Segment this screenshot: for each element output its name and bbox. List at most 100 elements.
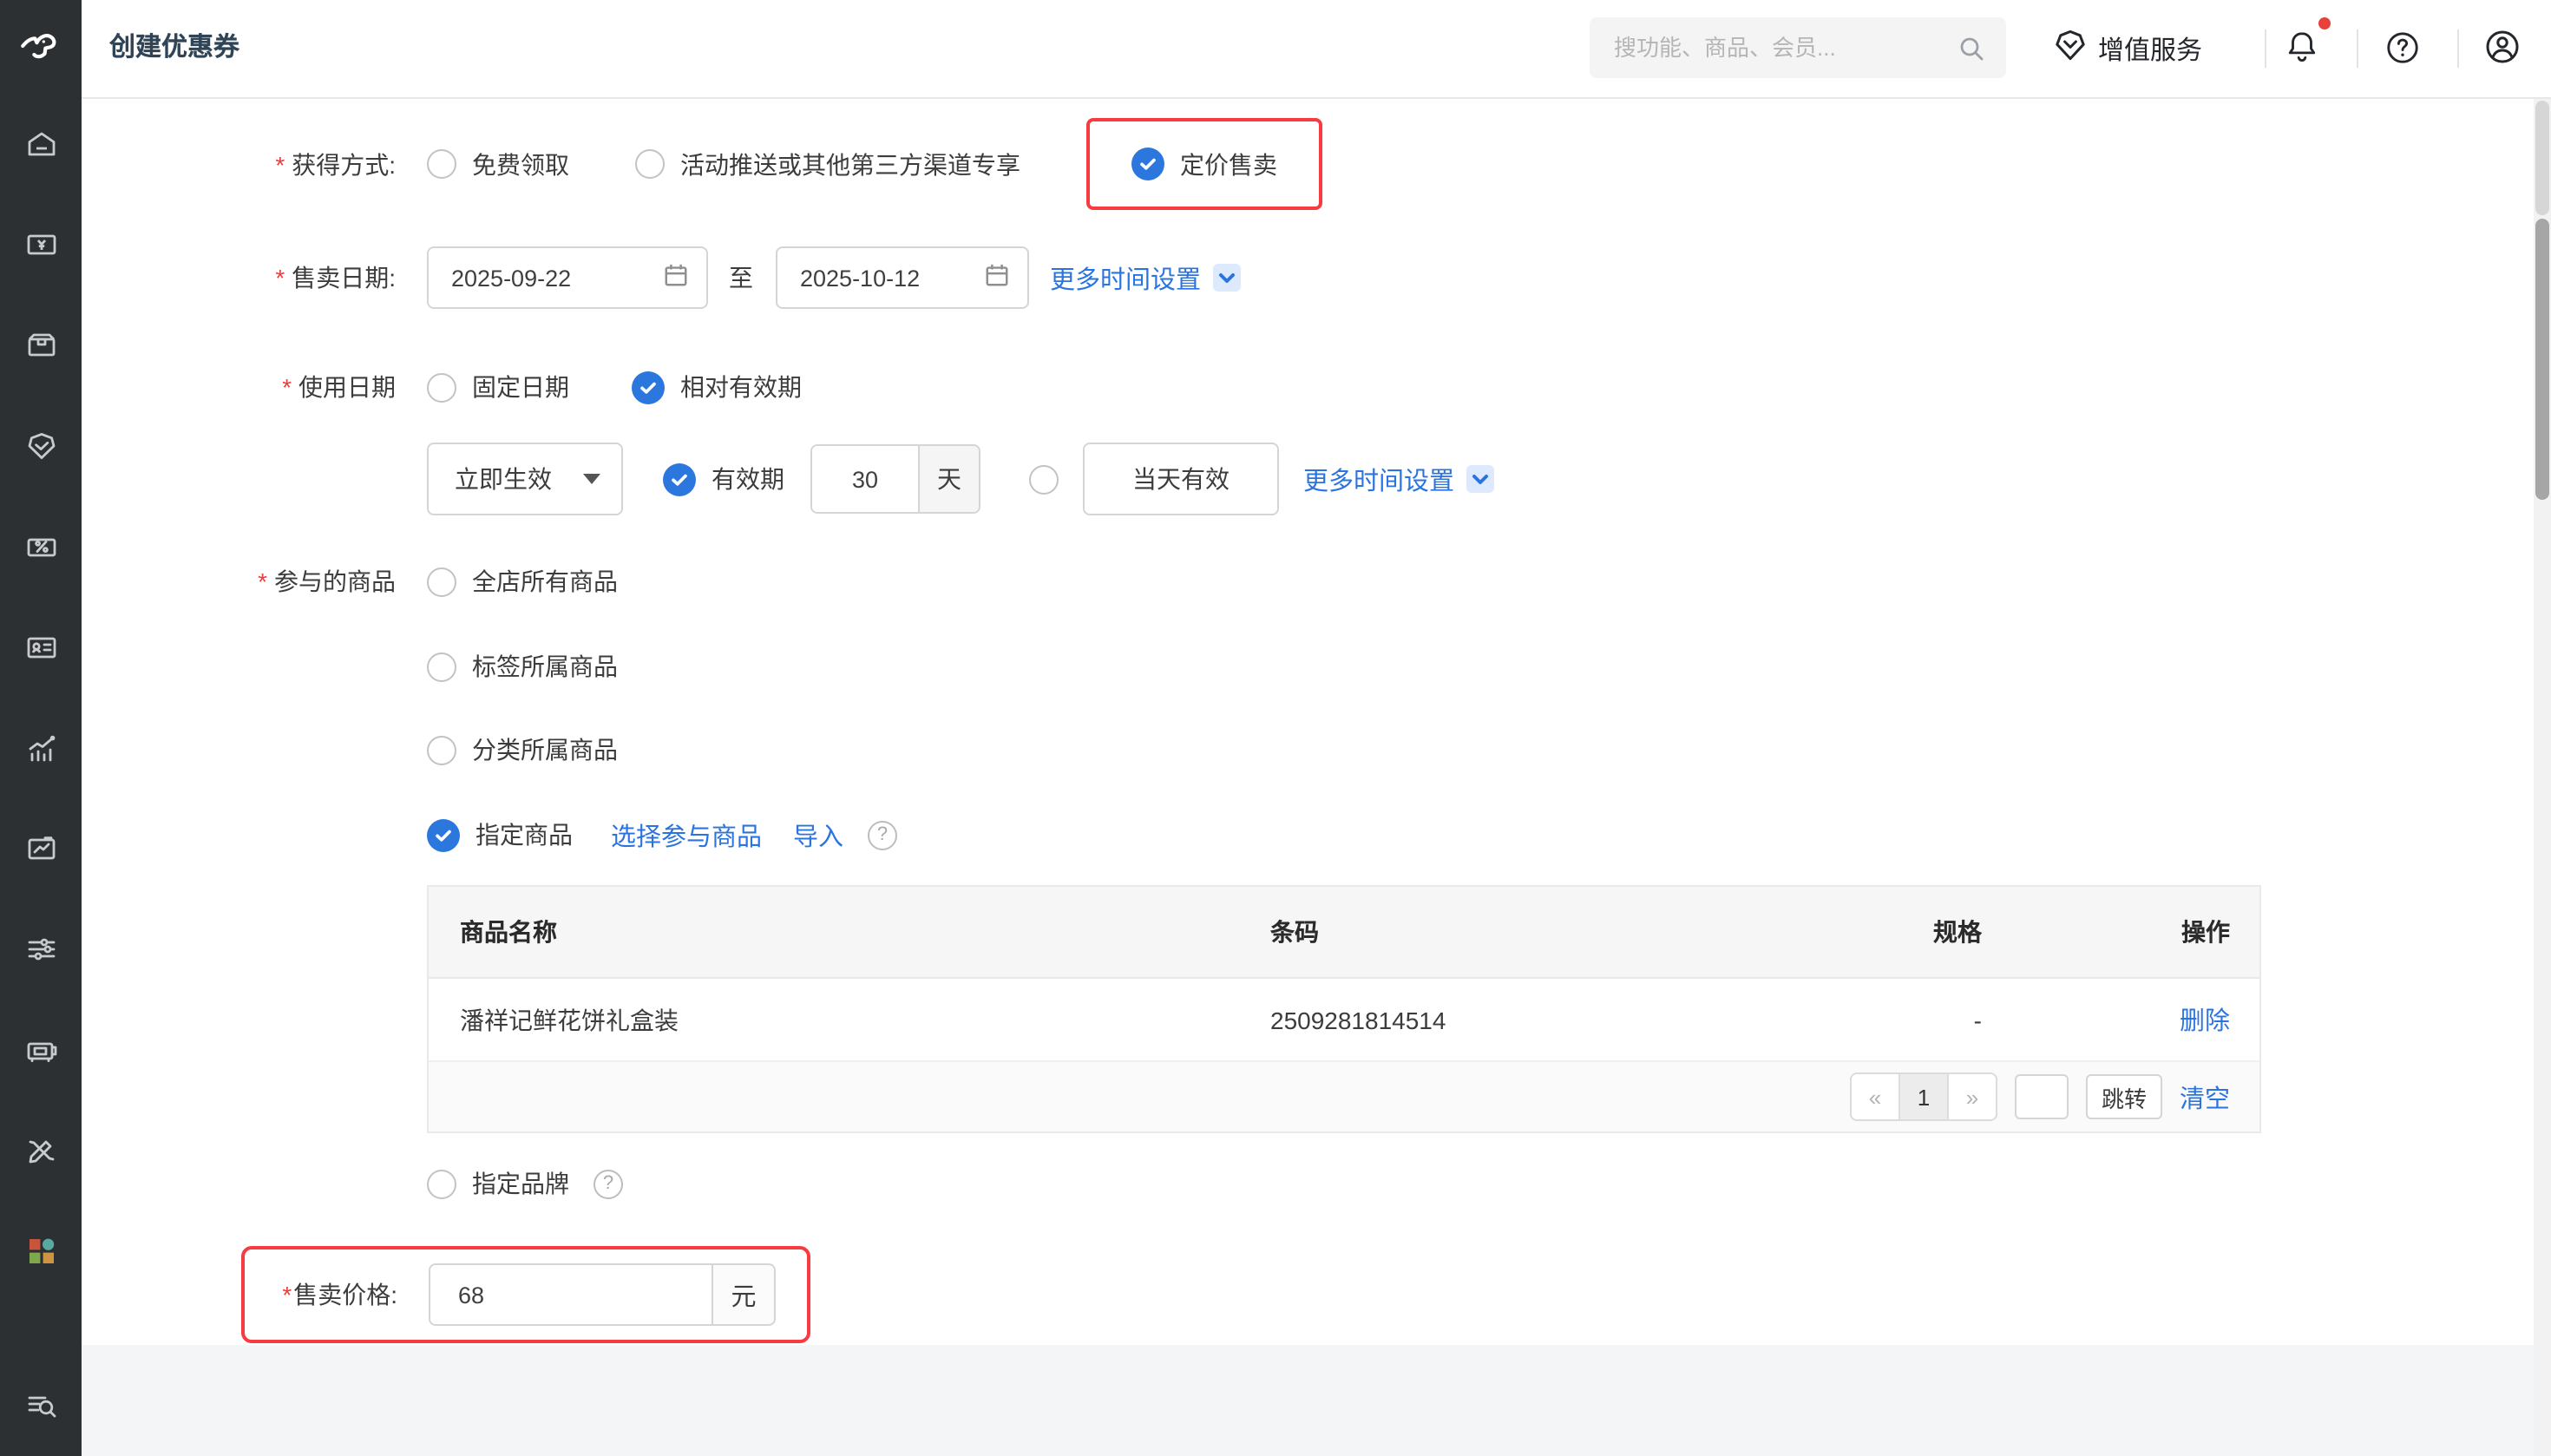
- sale-price-input[interactable]: [429, 1263, 712, 1326]
- page-bottom-background: [82, 1345, 2551, 1456]
- brand-logo-icon: [17, 23, 64, 69]
- products-table: 商品名称 条码 规格 操作 潘祥记鲜花饼礼盒装 2509281814514 - …: [427, 885, 2261, 1133]
- help-circle-icon[interactable]: ?: [868, 820, 897, 849]
- sidebar-item-member-card[interactable]: [0, 600, 82, 701]
- sidebar-item-finance[interactable]: [0, 198, 82, 298]
- header-divider: [2357, 30, 2358, 68]
- home-icon: [23, 126, 58, 169]
- required-asterisk: *: [275, 264, 285, 292]
- package-icon: [23, 327, 58, 371]
- chevron-down-icon[interactable]: [1466, 465, 1494, 493]
- cell-product-name: 潘祥记鲜花饼礼盒装: [429, 1002, 1270, 1037]
- sale-end-date-input[interactable]: [800, 265, 984, 291]
- radio-circle[interactable]: [427, 735, 456, 764]
- apps-grid-icon: [23, 1233, 58, 1276]
- highlight-box-acquire: 定价售卖: [1086, 118, 1322, 210]
- sale-price-group: 元: [429, 1263, 776, 1326]
- sidebar: [0, 0, 82, 1456]
- page-jump-button[interactable]: 跳转: [2086, 1074, 2162, 1119]
- col-header-name: 商品名称: [429, 915, 1270, 949]
- sidebar-item-home[interactable]: [0, 97, 82, 198]
- sidebar-item-search[interactable]: [0, 1376, 82, 1442]
- sale-date-row: *售卖日期: 至 更多时间设置: [0, 246, 2551, 309]
- radio-circle[interactable]: [427, 149, 456, 179]
- scrollbar-thumb-inner[interactable]: [2535, 219, 2549, 500]
- calendar-icon[interactable]: [663, 262, 689, 293]
- radio-circle[interactable]: [635, 149, 665, 179]
- radio-category-products[interactable]: 分类所属商品: [427, 732, 618, 767]
- col-header-spec: 规格: [1791, 915, 1982, 949]
- radio-checked-icon[interactable]: [427, 818, 460, 851]
- header-divider: [2265, 30, 2266, 68]
- prev-page-button[interactable]: «: [1852, 1074, 1898, 1119]
- radio-specified-brand[interactable]: 指定品牌: [427, 1166, 569, 1201]
- tag-products-row: 标签所属商品: [0, 647, 2551, 685]
- delete-link[interactable]: 删除: [2180, 1008, 2230, 1036]
- select-products-link[interactable]: 选择参与商品: [611, 817, 762, 853]
- pagination: « 1 »: [1850, 1072, 1997, 1121]
- radio-all-products[interactable]: 全店所有商品: [427, 564, 618, 599]
- same-day-valid-box[interactable]: 当天有效: [1083, 443, 1279, 515]
- caret-down-icon: [583, 474, 600, 484]
- sale-start-date-input[interactable]: [451, 265, 663, 291]
- sidebar-item-pos[interactable]: [0, 1003, 82, 1104]
- sale-start-date-picker[interactable]: [427, 246, 708, 309]
- sidebar-item-apps[interactable]: [0, 1204, 82, 1305]
- scrollbar-thumb-outer[interactable]: [2535, 101, 2549, 215]
- sidebar-item-membership[interactable]: [0, 399, 82, 500]
- radio-fixed-price-sale[interactable]: 定价售卖: [1131, 147, 1277, 181]
- search-input[interactable]: [1590, 35, 1937, 61]
- radio-checked-icon[interactable]: [663, 462, 696, 495]
- radio-same-day-valid[interactable]: [1029, 464, 1059, 494]
- radio-fixed-date[interactable]: 固定日期: [427, 370, 569, 404]
- radio-activity-push[interactable]: 活动推送或其他第三方渠道专享: [635, 147, 1020, 181]
- radio-relative-validity[interactable]: 相对有效期: [632, 370, 802, 404]
- radio-free-claim[interactable]: 免费领取: [427, 147, 569, 181]
- calendar-icon[interactable]: [984, 262, 1010, 293]
- radio-circle[interactable]: [427, 652, 456, 681]
- radio-checked-icon[interactable]: [1131, 148, 1164, 180]
- notifications-button[interactable]: [2284, 28, 2320, 75]
- radio-specified-products[interactable]: 指定商品: [427, 817, 573, 852]
- effective-time-dropdown[interactable]: 立即生效: [427, 443, 623, 515]
- crossed-tools-icon: [23, 1132, 58, 1176]
- chevron-down-icon[interactable]: [1213, 264, 1241, 292]
- page-title: 创建优惠券: [109, 0, 239, 97]
- radio-tag-products[interactable]: 标签所属商品: [427, 649, 618, 684]
- line-chart-icon: [23, 730, 58, 773]
- app-window: 创建优惠券 增值服务 *获得方式: 免费领取 活动推送或其他第三方渠道专享: [0, 0, 2551, 1456]
- help-button[interactable]: [2384, 30, 2421, 75]
- header-divider: [2457, 30, 2459, 68]
- cell-spec: -: [1791, 1006, 1982, 1033]
- yuan-unit-suffix: 元: [712, 1263, 776, 1326]
- import-link[interactable]: 导入: [793, 817, 843, 853]
- page-jump-input[interactable]: [2015, 1074, 2069, 1119]
- radio-validity-period[interactable]: 有效期: [663, 462, 784, 496]
- table-row: 潘祥记鲜花饼礼盒装 2509281814514 - 删除: [429, 979, 2259, 1062]
- sidebar-item-products[interactable]: [0, 298, 82, 399]
- help-circle-icon[interactable]: ?: [593, 1169, 623, 1198]
- next-page-button[interactable]: »: [1949, 1074, 1996, 1119]
- sale-end-date-picker[interactable]: [776, 246, 1029, 309]
- more-time-settings-link[interactable]: 更多时间设置: [1303, 461, 1454, 497]
- value-added-services-button[interactable]: 增值服务: [2053, 0, 2202, 97]
- search-icon[interactable]: [1958, 34, 1985, 62]
- pos-register-icon: [23, 1032, 58, 1075]
- sidebar-item-coupon[interactable]: [0, 500, 82, 600]
- more-time-settings-link[interactable]: 更多时间设置: [1050, 259, 1201, 296]
- sidebar-item-settings[interactable]: [0, 902, 82, 1003]
- list-search-icon: [23, 1387, 58, 1431]
- sidebar-item-sales-chart[interactable]: [0, 701, 82, 802]
- account-avatar-button[interactable]: [2483, 28, 2521, 75]
- sidebar-item-design[interactable]: [0, 1104, 82, 1204]
- current-page[interactable]: 1: [1898, 1074, 1949, 1119]
- radio-circle[interactable]: [427, 372, 456, 402]
- specified-brand-row: 指定品牌 ?: [0, 1164, 2551, 1203]
- clear-products-link[interactable]: 清空: [2180, 1079, 2230, 1115]
- sidebar-item-reports[interactable]: [0, 802, 82, 902]
- radio-circle[interactable]: [427, 1169, 456, 1198]
- scrollbar-track[interactable]: [2534, 99, 2551, 1456]
- validity-days-input[interactable]: [812, 446, 918, 512]
- radio-circle[interactable]: [427, 567, 456, 596]
- radio-checked-icon[interactable]: [632, 371, 665, 403]
